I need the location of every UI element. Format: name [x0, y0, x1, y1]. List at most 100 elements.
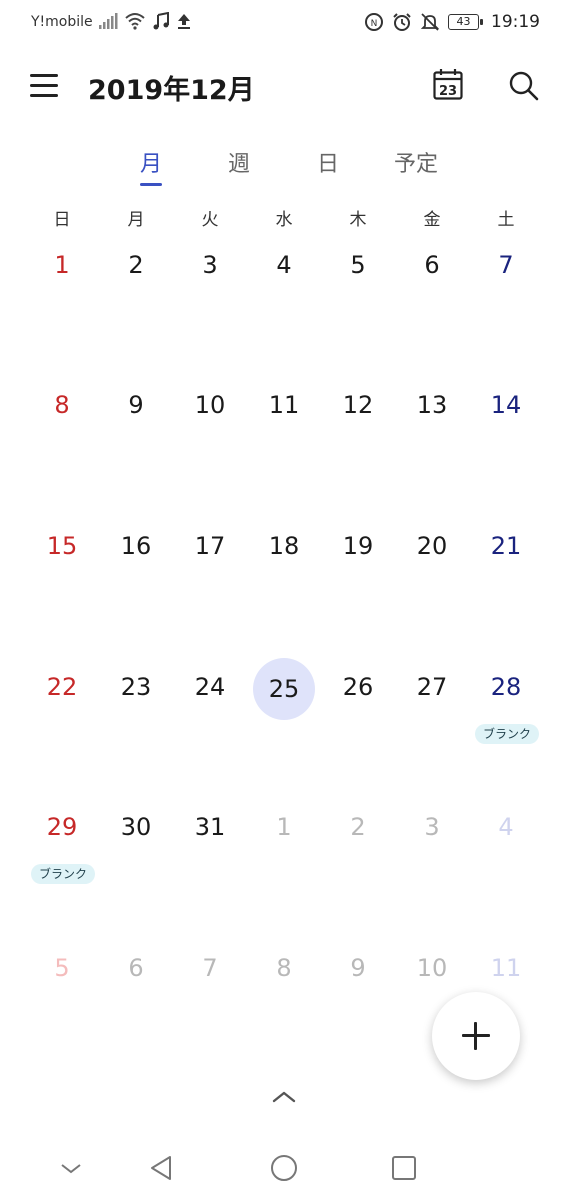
day-number: 8	[54, 391, 70, 419]
weekday-fri: 金	[423, 210, 441, 230]
day-cell[interactable]: 4	[247, 230, 321, 370]
day-cell[interactable]: 15	[25, 511, 99, 651]
upload-icon	[178, 14, 190, 29]
day-cell[interactable]: 21	[469, 511, 543, 651]
event-chip[interactable]: ブランク	[31, 864, 96, 884]
tab-week[interactable]: 週	[228, 146, 250, 178]
weekday-sun: 日	[53, 210, 71, 230]
status-right-icons: N 43 19:19	[364, 12, 540, 32]
signal-icon	[99, 13, 118, 29]
day-cell[interactable]: 30	[99, 792, 173, 932]
day-cell-next-month[interactable]: 2	[321, 792, 395, 932]
carrier-name: Y!mobile	[31, 14, 93, 30]
wifi-icon	[125, 13, 145, 30]
day-cell[interactable]: 19	[321, 511, 395, 651]
day-cell[interactable]: 13	[395, 370, 469, 510]
music-note-icon	[153, 12, 169, 30]
day-cell[interactable]: 1	[25, 230, 99, 370]
day-number: 20	[416, 532, 448, 560]
day-cell-next-month[interactable]: 4	[469, 792, 543, 932]
day-number: 6	[128, 954, 144, 982]
day-number: 8	[276, 954, 292, 982]
day-number: 31	[194, 813, 226, 841]
add-event-button[interactable]	[432, 992, 520, 1080]
month-title[interactable]: 2019年12月	[88, 68, 255, 107]
day-cell[interactable]: 9	[99, 370, 173, 510]
day-number: 26	[342, 673, 374, 701]
day-cell-next-month[interactable]: 3	[395, 792, 469, 932]
status-bar: Y!mobile N 43 19:19	[0, 0, 568, 48]
day-number: 30	[120, 813, 152, 841]
weekday-wed: 水	[275, 210, 293, 230]
weekday-sat: 土	[497, 210, 515, 230]
day-cell[interactable]: 16	[99, 511, 173, 651]
search-icon[interactable]	[508, 70, 540, 102]
day-cell[interactable]: 17	[173, 511, 247, 651]
svg-text:N: N	[371, 19, 378, 29]
day-cell[interactable]: 26	[321, 652, 395, 792]
chevron-down-icon[interactable]	[55, 1152, 87, 1184]
day-cell[interactable]: 29 ブランク	[25, 792, 99, 932]
day-cell[interactable]: 5	[321, 230, 395, 370]
day-number: 4	[498, 813, 514, 841]
day-number: 11	[268, 391, 300, 419]
chevron-up-icon[interactable]	[270, 1088, 298, 1106]
day-cell-next-month[interactable]: 1	[247, 792, 321, 932]
day-number: 27	[416, 673, 448, 701]
day-number: 12	[342, 391, 374, 419]
hamburger-menu-icon[interactable]	[30, 74, 60, 98]
day-number: 2	[128, 251, 144, 279]
day-cell[interactable]: 18	[247, 511, 321, 651]
day-cell[interactable]: 3	[173, 230, 247, 370]
weekday-thu: 木	[349, 210, 367, 230]
day-cell-next-month[interactable]: 5	[25, 933, 99, 1073]
day-cell[interactable]: 12	[321, 370, 395, 510]
day-cell[interactable]: 27	[395, 652, 469, 792]
day-cell[interactable]: 6	[395, 230, 469, 370]
day-cell[interactable]: 20	[395, 511, 469, 651]
day-cell[interactable]: 10	[173, 370, 247, 510]
day-cell[interactable]: 24	[173, 652, 247, 792]
nfc-icon: N	[365, 13, 383, 31]
day-number: 22	[46, 673, 78, 701]
tab-day[interactable]: 日	[317, 146, 339, 178]
day-number: 15	[46, 532, 78, 560]
day-cell-next-month[interactable]: 6	[99, 933, 173, 1073]
day-cell-next-month[interactable]: 9	[321, 933, 395, 1073]
view-tabs: 月 週 日 予定	[0, 140, 568, 190]
day-cell[interactable]: 31	[173, 792, 247, 932]
day-number: 16	[120, 532, 152, 560]
day-cell[interactable]: 8	[25, 370, 99, 510]
day-number: 1	[276, 813, 292, 841]
month-grid: 1 2 3 4 5 6 7 8 9 10 11 12 13 14 15 16 1…	[0, 230, 568, 1000]
triangle-back-icon[interactable]	[146, 1152, 178, 1184]
day-cell[interactable]: 22	[25, 652, 99, 792]
day-cell[interactable]: 28 ブランク	[469, 652, 543, 792]
tab-month[interactable]: 月	[140, 146, 162, 178]
today-badge: 23	[439, 84, 457, 99]
day-number: 2	[350, 813, 366, 841]
square-recents-icon[interactable]	[388, 1152, 420, 1184]
day-number: 29	[46, 813, 78, 841]
day-cell[interactable]: 2	[99, 230, 173, 370]
day-cell[interactable]: 7	[469, 230, 543, 370]
day-cell[interactable]: 23	[99, 652, 173, 792]
calendar-today-icon[interactable]: 23	[433, 68, 463, 100]
day-number: 3	[202, 251, 218, 279]
day-cell[interactable]: 11	[247, 370, 321, 510]
day-cell-today[interactable]: 25	[247, 658, 321, 798]
day-number: 1	[54, 251, 70, 279]
event-chip[interactable]: ブランク	[475, 724, 540, 744]
weekday-tue: 火	[201, 210, 219, 230]
day-number: 18	[268, 532, 300, 560]
day-cell-next-month[interactable]: 7	[173, 933, 247, 1073]
tab-agenda[interactable]: 予定	[394, 146, 438, 178]
status-time: 19:19	[491, 12, 540, 32]
circle-home-icon[interactable]	[268, 1152, 300, 1184]
day-number: 4	[276, 251, 292, 279]
day-cell[interactable]: 14	[469, 370, 543, 510]
day-number: 9	[128, 391, 144, 419]
day-number: 11	[490, 954, 522, 982]
tab-indicator	[140, 183, 162, 186]
day-cell-next-month[interactable]: 8	[247, 933, 321, 1073]
